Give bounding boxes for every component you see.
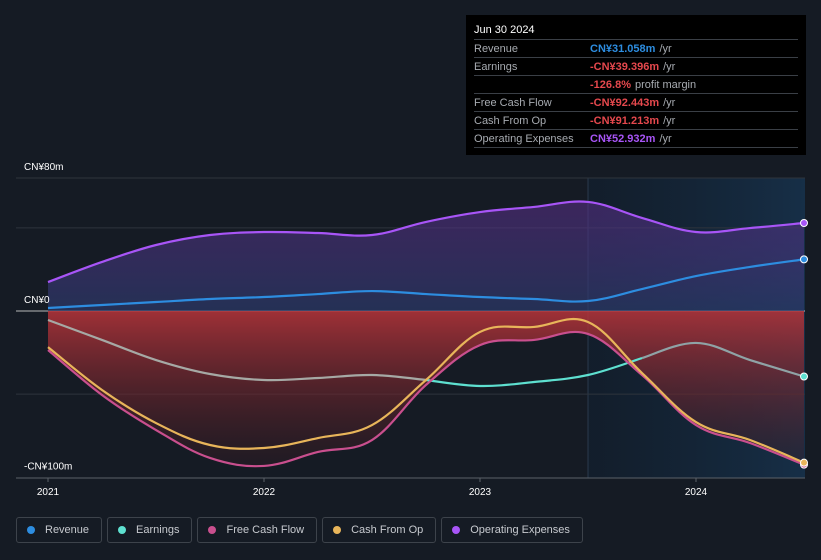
tooltip-unit: /yr xyxy=(659,132,672,145)
end-point-revenue xyxy=(800,255,808,264)
legend-dot-icon xyxy=(452,526,461,534)
legend-item-earnings[interactable]: Earnings xyxy=(107,517,193,543)
legend-dot-icon xyxy=(118,526,127,534)
tooltip-value: CN¥52.932m xyxy=(590,132,656,145)
legend-dot-icon xyxy=(333,526,342,534)
tooltip-value: -CN¥91.213m xyxy=(590,114,660,127)
x-tick-label: 2023 xyxy=(469,487,492,498)
legend-label: Free Cash Flow xyxy=(226,524,305,536)
tooltip-value: -CN¥39.396m xyxy=(590,60,660,73)
tooltip-unit: /yr xyxy=(663,60,676,73)
legend: Revenue Earnings Free Cash Flow Cash From O… xyxy=(16,517,583,543)
x-tick-label: 2021 xyxy=(37,487,60,498)
legend-item-revenue[interactable]: Revenue xyxy=(16,517,103,543)
tooltip-unit: /yr xyxy=(663,114,676,127)
tooltip-row: Earnings -CN¥39.396m/yr xyxy=(474,58,798,76)
legend-label: Revenue xyxy=(45,524,90,536)
y-tick-label: CN¥0 xyxy=(24,295,50,306)
tooltip-label: Free Cash Flow xyxy=(474,96,552,109)
tooltip-label: Operating Expenses xyxy=(474,132,574,145)
x-tick-label: 2024 xyxy=(685,487,708,498)
end-point-operating-expenses xyxy=(800,219,808,228)
tooltip-label: Cash From Op xyxy=(474,114,547,127)
tooltip-row: Operating Expenses CN¥52.932m/yr xyxy=(474,130,798,148)
tooltip-unit: /yr xyxy=(659,42,672,55)
tooltip: Jun 30 2024 Revenue CN¥31.058m/yr Earnings… xyxy=(466,15,806,155)
tooltip-value: -CN¥92.443m xyxy=(590,96,660,109)
x-tick-label: 2022 xyxy=(253,487,276,498)
tooltip-label: Earnings xyxy=(474,60,518,73)
legend-label: Earnings xyxy=(136,524,180,536)
tooltip-value: CN¥31.058m xyxy=(590,42,656,55)
tooltip-row: Free Cash Flow -CN¥92.443m/yr xyxy=(474,94,798,112)
end-point-cash-from-op xyxy=(800,458,808,467)
tooltip-unit: profit margin xyxy=(634,78,697,91)
legend-dot-icon xyxy=(27,526,35,534)
legend-item-cash-from-op[interactable]: Cash From Op xyxy=(322,517,437,543)
tooltip-value: -126.8% xyxy=(590,78,631,91)
end-point-earnings xyxy=(800,372,808,381)
y-tick-label: -CN¥100m xyxy=(24,461,72,472)
tooltip-row: -126.8% profit margin xyxy=(474,76,798,94)
legend-item-free-cash-flow[interactable]: Free Cash Flow xyxy=(197,517,318,543)
tooltip-label: Revenue xyxy=(474,42,519,55)
legend-item-operating-expenses[interactable]: Operating Expenses xyxy=(441,517,583,543)
legend-label: Cash From Op xyxy=(351,524,424,536)
legend-label: Operating Expenses xyxy=(470,524,570,536)
y-tick-label: CN¥80m xyxy=(24,162,63,173)
legend-dot-icon xyxy=(208,526,217,534)
tooltip-unit: /yr xyxy=(663,96,676,109)
tooltip-row: Revenue CN¥31.058m/yr xyxy=(474,40,798,58)
tooltip-row: Cash From Op -CN¥91.213m/yr xyxy=(474,112,798,130)
tooltip-date: Jun 30 2024 xyxy=(474,21,798,40)
